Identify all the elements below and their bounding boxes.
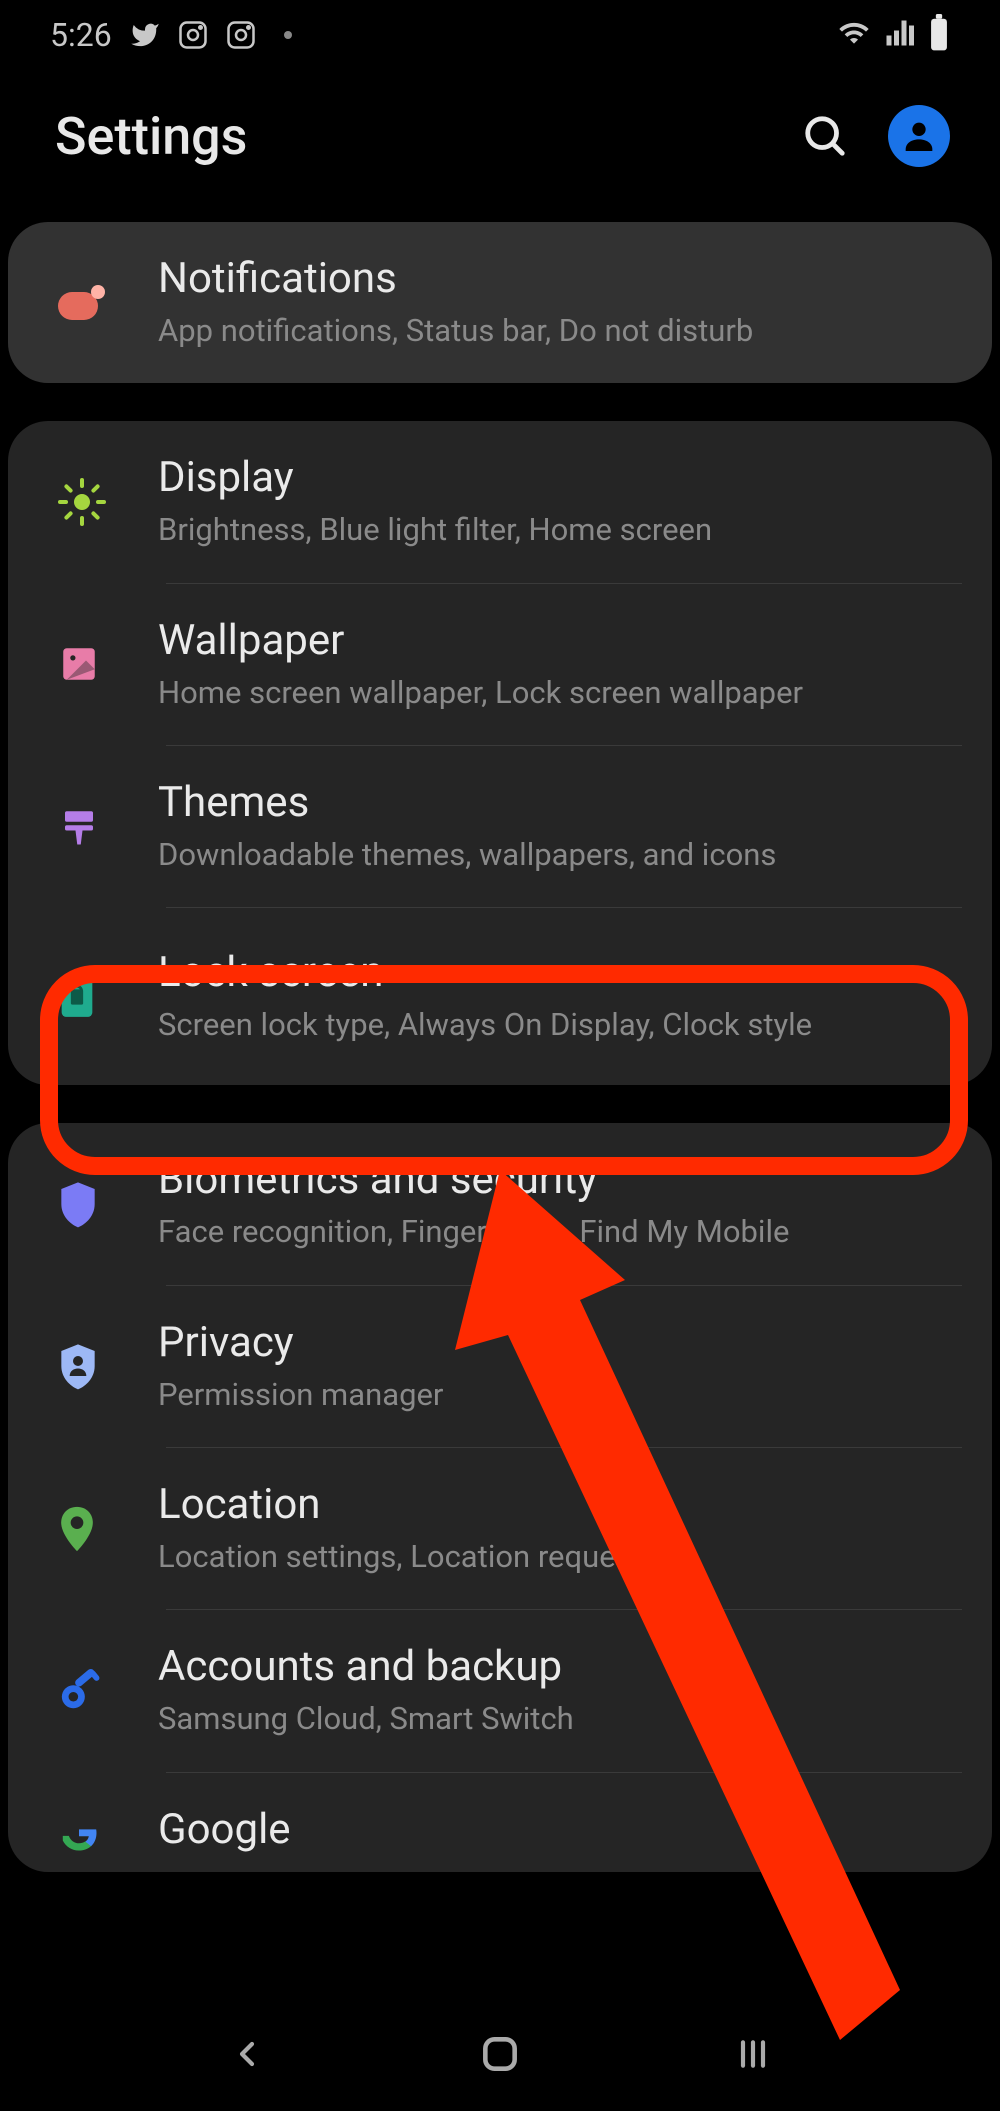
nav-recents-button[interactable] — [713, 2014, 793, 2094]
nav-back-button[interactable] — [207, 2014, 287, 2094]
more-indicator-dot — [284, 31, 292, 39]
item-subtitle: Downloadable themes, wallpapers, and ico… — [158, 835, 957, 875]
item-title: Location — [158, 1480, 957, 1529]
settings-item-notifications[interactable]: Notifications App notifications, Status … — [8, 222, 992, 383]
navigation-bar — [0, 1996, 1000, 2111]
item-title: Notifications — [158, 254, 957, 303]
item-title: Display — [158, 453, 957, 502]
battery-icon — [928, 14, 950, 56]
settings-item-display[interactable]: Display Brightness, Blue light filter, H… — [8, 421, 992, 582]
item-subtitle: Screen lock type, Always On Display, Clo… — [158, 1005, 957, 1045]
page-title: Settings — [55, 106, 247, 167]
settings-item-privacy[interactable]: Privacy Permission manager — [8, 1286, 992, 1447]
item-title: Google — [158, 1805, 957, 1854]
settings-item-themes[interactable]: Themes Downloadable themes, wallpapers, … — [8, 746, 992, 907]
item-subtitle: Home screen wallpaper, Lock screen wallp… — [158, 673, 957, 713]
item-subtitle: Permission manager — [158, 1375, 957, 1415]
status-left: 5:26 — [50, 16, 292, 54]
google-icon — [48, 1812, 158, 1854]
settings-group-notifications: Notifications App notifications, Status … — [8, 222, 992, 383]
brush-icon — [48, 806, 158, 848]
settings-item-wallpaper[interactable]: Wallpaper Home screen wallpaper, Lock sc… — [8, 584, 992, 745]
signal-icon — [884, 18, 914, 52]
settings-list: Notifications App notifications, Status … — [0, 222, 1000, 1872]
sun-icon — [48, 478, 158, 526]
settings-item-biometrics[interactable]: Biometrics and security Face recognition… — [8, 1123, 992, 1284]
item-subtitle: Location settings, Location requests — [158, 1537, 957, 1577]
search-button[interactable] — [802, 113, 848, 159]
notifications-icon — [48, 284, 158, 322]
settings-group-display: Display Brightness, Blue light filter, H… — [8, 421, 992, 1085]
status-time: 5:26 — [50, 16, 112, 54]
settings-item-lock-screen[interactable]: Lock screen Screen lock type, Always On … — [8, 908, 992, 1085]
nav-home-button[interactable] — [460, 2014, 540, 2094]
settings-group-security: Biometrics and security Face recognition… — [8, 1123, 992, 1871]
settings-item-location[interactable]: Location Location settings, Location req… — [8, 1448, 992, 1609]
status-right — [838, 14, 950, 56]
item-title: Wallpaper — [158, 616, 957, 665]
twitter-icon — [130, 20, 160, 50]
settings-header: Settings — [0, 70, 1000, 222]
status-bar: 5:26 — [0, 0, 1000, 70]
wifi-icon — [838, 17, 870, 53]
item-title: Themes — [158, 778, 957, 827]
profile-button[interactable] — [888, 105, 950, 167]
item-title: Privacy — [158, 1318, 957, 1367]
settings-item-google[interactable]: Google — [8, 1773, 992, 1872]
shield-icon — [48, 1180, 158, 1228]
lock-icon — [48, 974, 158, 1020]
instagram-icon — [178, 20, 208, 50]
item-subtitle: Face recognition, Fingerprints, Find My … — [158, 1212, 957, 1252]
item-subtitle: Brightness, Blue light filter, Home scre… — [158, 510, 957, 550]
item-subtitle: App notifications, Status bar, Do not di… — [158, 311, 957, 351]
image-icon — [48, 643, 158, 685]
settings-item-accounts[interactable]: Accounts and backup Samsung Cloud, Smart… — [8, 1610, 992, 1771]
pin-icon — [48, 1505, 158, 1553]
item-title: Lock screen — [158, 948, 957, 997]
key-icon — [48, 1668, 158, 1714]
item-subtitle: Samsung Cloud, Smart Switch — [158, 1699, 957, 1739]
item-title: Accounts and backup — [158, 1642, 957, 1691]
shield-person-icon — [48, 1342, 158, 1390]
instagram-icon — [226, 20, 256, 50]
item-title: Biometrics and security — [158, 1155, 957, 1204]
header-actions — [802, 105, 950, 167]
